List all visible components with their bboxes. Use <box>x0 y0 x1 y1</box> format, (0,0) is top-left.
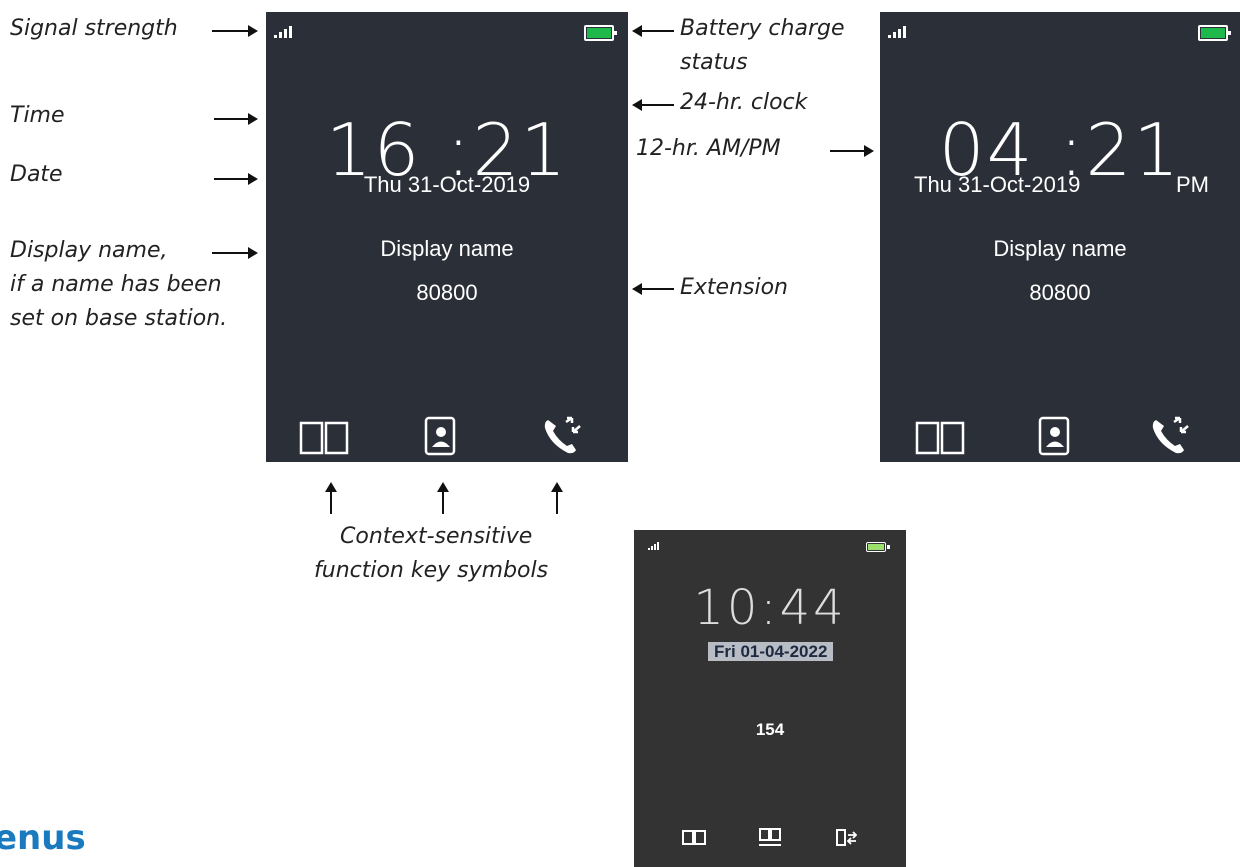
phone-screen-24hr: 16 :21 Thu 31-Oct-2019 Display name 8080… <box>266 12 628 462</box>
arrow-24hr <box>632 99 674 111</box>
display-name: Display name <box>993 236 1127 261</box>
time-display: 10:44 <box>693 580 847 636</box>
label-time: Time <box>10 103 65 128</box>
phonebook-icon[interactable] <box>914 420 966 456</box>
handset-transfer-icon[interactable] <box>836 828 858 848</box>
section-heading: enus <box>0 818 86 858</box>
arrow-signal <box>212 25 258 37</box>
battery-icon <box>584 25 617 41</box>
label-battery-1: Battery charge <box>680 16 845 41</box>
phonebook-icon[interactable] <box>298 420 350 456</box>
arrow-function-key-left <box>325 482 337 514</box>
label-battery-2: status <box>680 50 748 75</box>
label-signal-strength: Signal strength <box>10 16 178 41</box>
phone-screen-12hr: 04 :21 Thu 31-Oct-2019 PM Display name 8… <box>880 12 1240 462</box>
label-display-name-3: set on base station. <box>10 306 228 331</box>
label-extension: Extension <box>680 275 789 300</box>
extension-number: 80800 <box>416 280 478 305</box>
extension-number: 80800 <box>1029 280 1091 305</box>
contact-card-icon[interactable] <box>424 416 456 456</box>
phone-screen-photo: 10:44 Fri 01-04-2022 154 <box>634 530 906 867</box>
arrow-extension <box>632 283 674 295</box>
signal-icon <box>888 26 906 38</box>
arrow-time <box>214 113 258 125</box>
arrow-date <box>214 173 258 185</box>
display-name: Display name <box>380 236 514 261</box>
label-display-name-2: if a name has been <box>10 272 222 297</box>
arrow-12hr <box>830 145 874 157</box>
arrow-display-name <box>212 247 258 259</box>
phonebook-icon[interactable] <box>682 830 706 846</box>
label-date: Date <box>10 162 63 187</box>
label-display-name-1: Display name, <box>10 238 168 263</box>
call-transfer-icon[interactable] <box>1150 416 1190 456</box>
label-24hr-clock: 24-hr. clock <box>680 90 808 115</box>
battery-icon <box>866 542 890 552</box>
label-function-keys-1: Context-sensitive <box>340 524 533 549</box>
ampm-indicator: PM <box>1176 172 1209 197</box>
call-transfer-icon[interactable] <box>542 416 582 456</box>
date-display: Fri 01-04-2022 <box>708 642 834 661</box>
arrow-battery <box>632 25 674 37</box>
date-display: Thu 31-Oct-2019 <box>363 172 531 197</box>
arrow-function-key-right <box>551 482 563 514</box>
battery-icon <box>1198 25 1231 41</box>
date-display: Thu 31-Oct-2019 <box>914 172 1081 197</box>
contact-card-icon[interactable] <box>1038 416 1070 456</box>
signal-icon <box>274 26 292 38</box>
signal-icon <box>648 542 659 550</box>
label-function-keys-2: function key symbols <box>314 558 549 583</box>
extension-number: 154 <box>755 720 785 739</box>
arrow-function-key-mid <box>437 482 449 514</box>
phonebook-underline-icon[interactable] <box>758 828 782 848</box>
label-12hr-clock: 12-hr. AM/PM <box>636 136 781 161</box>
